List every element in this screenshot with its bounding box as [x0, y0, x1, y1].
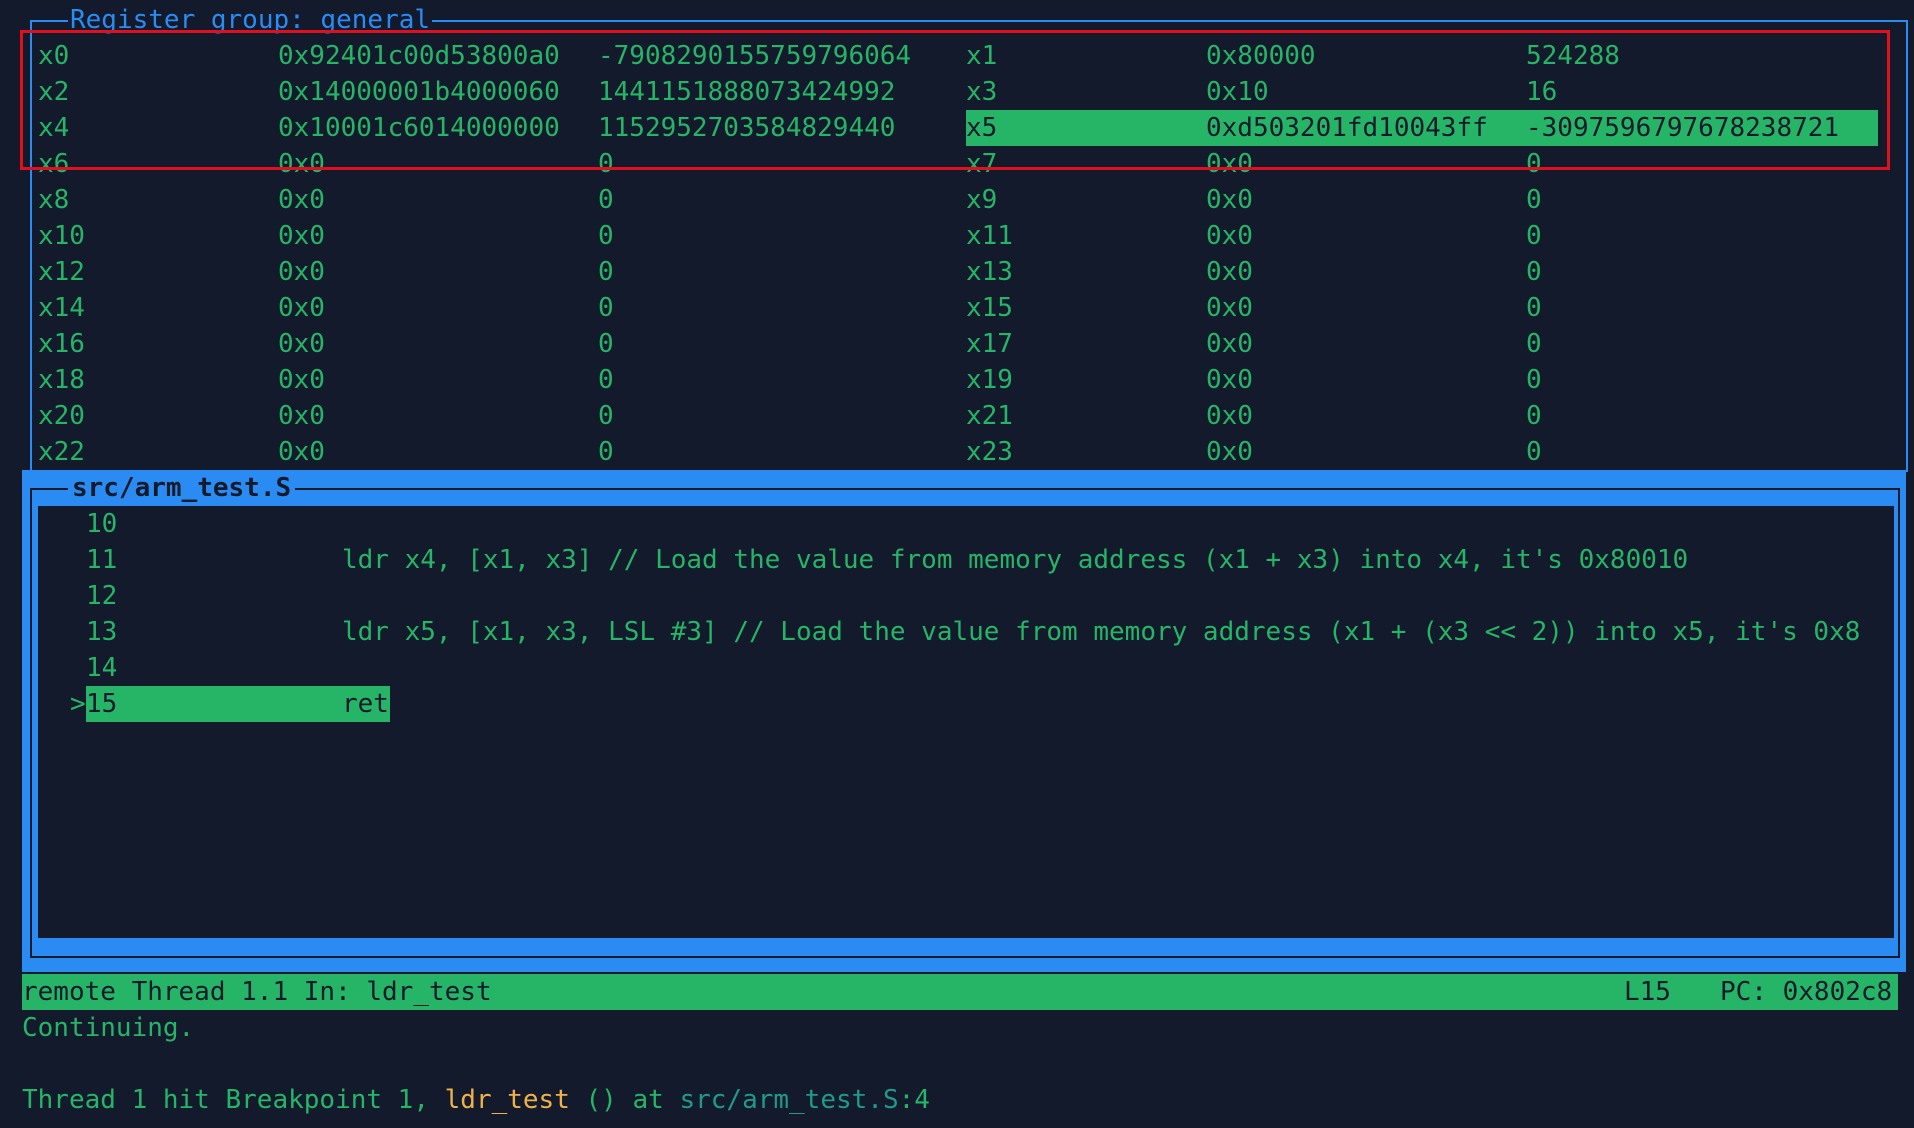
console-breakpoint-line: Thread 1 hit Breakpoint 1, ldr_test () a…: [22, 1082, 930, 1118]
register-hex-value: 0x0: [1206, 257, 1253, 287]
register-decimal-value: 0: [1526, 401, 1542, 431]
register-hex-value: 0x0: [278, 401, 325, 431]
register-name: x8: [38, 185, 70, 215]
register-decimal-value: 0: [598, 329, 614, 359]
code-line: ldr x5, [x1, x3, LSL #3] // Load the val…: [342, 617, 1861, 647]
console-text: () at: [569, 1085, 680, 1115]
register-name: x21: [966, 401, 1013, 431]
register-hex-value: 0x0: [1206, 329, 1253, 359]
register-name: x23: [966, 437, 1013, 467]
register-decimal-value: 0: [1526, 221, 1542, 251]
register-decimal-value: 0: [598, 221, 614, 251]
annotation-highlight-box: [20, 30, 1890, 170]
register-decimal-value: 0: [1526, 185, 1542, 215]
register-name: x22: [38, 437, 85, 467]
line-number: 11: [86, 545, 118, 575]
register-name: x16: [38, 329, 85, 359]
register-hex-value: 0x0: [278, 257, 325, 287]
register-decimal-value: 0: [1526, 437, 1542, 467]
line-number: 15: [86, 689, 118, 719]
register-name: x14: [38, 293, 85, 323]
register-name: x15: [966, 293, 1013, 323]
register-decimal-value: 0: [1526, 293, 1542, 323]
console-text: :4: [898, 1085, 930, 1115]
register-name: x20: [38, 401, 85, 431]
console-text: Thread 1 hit Breakpoint 1,: [22, 1085, 445, 1115]
register-decimal-value: 0: [598, 257, 614, 287]
register-hex-value: 0x0: [278, 221, 325, 251]
register-hex-value: 0x0: [278, 329, 325, 359]
status-program-counter: PC: 0x802c8: [1720, 977, 1893, 1007]
register-decimal-value: 0: [598, 437, 614, 467]
line-number: 14: [86, 653, 118, 683]
register-decimal-value: 0: [598, 185, 614, 215]
status-line-number: L15: [1624, 977, 1671, 1007]
source-file-title: src/arm_test.S: [68, 470, 296, 506]
register-name: x18: [38, 365, 85, 395]
register-decimal-value: 0: [1526, 329, 1542, 359]
status-bar: remote Thread 1.1 In: ldr_test L15 PC: 0…: [22, 974, 1898, 1010]
code-line: ret: [342, 689, 389, 719]
register-decimal-value: 0: [1526, 365, 1542, 395]
register-hex-value: 0x0: [1206, 401, 1253, 431]
register-hex-value: 0x0: [278, 437, 325, 467]
register-decimal-value: 0: [1526, 257, 1542, 287]
code-line: ldr x4, [x1, x3] // Load the value from …: [342, 545, 1689, 575]
register-hex-value: 0x0: [1206, 365, 1253, 395]
status-thread-info: remote Thread 1.1 In: ldr_test: [22, 977, 492, 1007]
register-name: x19: [966, 365, 1013, 395]
register-hex-value: 0x0: [1206, 437, 1253, 467]
console-file-path: src/arm_test.S: [679, 1085, 899, 1115]
current-line-marker: >: [70, 689, 86, 719]
register-name: x10: [38, 221, 85, 251]
line-number: 12: [86, 581, 118, 611]
register-hex-value: 0x0: [1206, 185, 1253, 215]
register-name: x12: [38, 257, 85, 287]
register-name: x9: [966, 185, 998, 215]
register-decimal-value: 0: [598, 293, 614, 323]
register-hex-value: 0x0: [1206, 221, 1253, 251]
line-number: 13: [86, 617, 118, 647]
register-name: x13: [966, 257, 1013, 287]
register-decimal-value: 0: [598, 401, 614, 431]
register-name: x11: [966, 221, 1013, 251]
console-line: Continuing.: [22, 1013, 195, 1043]
line-number: 10: [86, 509, 118, 539]
register-hex-value: 0x0: [278, 293, 325, 323]
register-hex-value: 0x0: [278, 185, 325, 215]
register-name: x17: [966, 329, 1013, 359]
console-function-name: ldr_test: [444, 1085, 570, 1115]
register-hex-value: 0x0: [278, 365, 325, 395]
register-decimal-value: 0: [598, 365, 614, 395]
register-hex-value: 0x0: [1206, 293, 1253, 323]
